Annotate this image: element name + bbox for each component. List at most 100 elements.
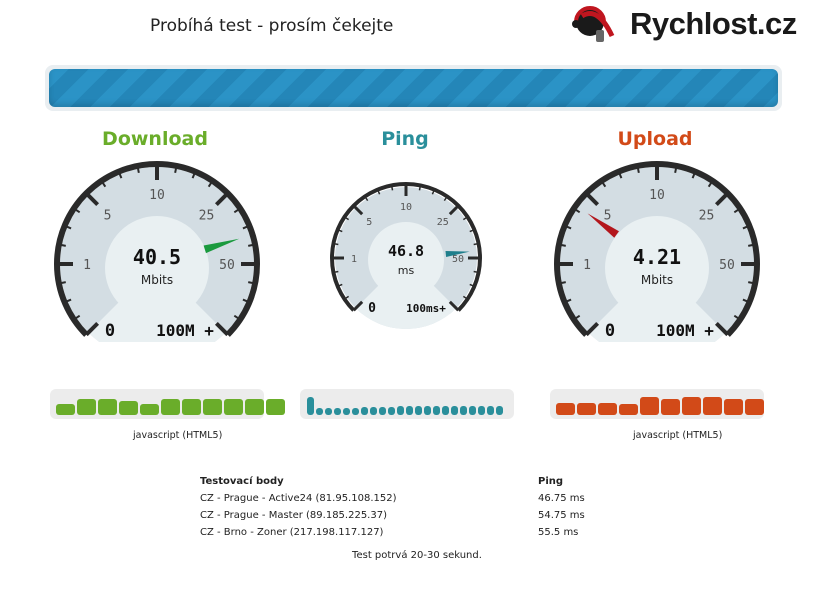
history-bar xyxy=(119,401,138,415)
gauge-tick-label: 50 xyxy=(452,254,464,265)
download-history xyxy=(50,389,285,419)
history-bar xyxy=(724,399,743,415)
history-bar xyxy=(577,403,596,415)
history-bar xyxy=(316,408,323,415)
gauge-tick-label: 25 xyxy=(437,217,449,228)
gauge-tick-label: 10 xyxy=(149,188,165,203)
upload-gauge: 1 5 10 25 50 4.21 Mbits 0 100M + xyxy=(554,161,760,342)
history-bar xyxy=(406,406,413,415)
server-name: CZ - Prague - Active24 (81.95.108.152) xyxy=(200,493,397,504)
gauge-min-label: 0 xyxy=(105,321,115,341)
server-name: CZ - Prague - Master (89.185.225.37) xyxy=(200,510,387,521)
server-ping: 55.5 ms xyxy=(538,527,579,538)
gauge-value: 40.5 xyxy=(133,245,181,269)
gauge-tick xyxy=(674,165,678,173)
gauge-tick xyxy=(748,243,756,247)
history-bar xyxy=(460,406,467,415)
logo-text: Rychlost.cz xyxy=(630,6,797,41)
gauge-tick xyxy=(333,242,339,246)
history-bar xyxy=(619,404,638,415)
servers-header-row: Testovací body Ping xyxy=(200,473,585,490)
progress-bar xyxy=(45,65,782,111)
history-bar xyxy=(598,403,617,415)
gauge-tick-label: 10 xyxy=(400,202,412,213)
table-row: CZ - Prague - Active24 (81.95.108.152) 4… xyxy=(200,490,585,507)
gauge-unit: Mbits xyxy=(641,273,673,287)
history-bar xyxy=(469,406,476,415)
history-bar xyxy=(397,406,404,415)
server-ping: 46.75 ms xyxy=(538,493,585,504)
history-bar xyxy=(424,406,431,415)
history-bar xyxy=(325,408,332,415)
history-bar xyxy=(496,406,503,415)
history-bar xyxy=(203,399,222,415)
history-bar xyxy=(379,407,386,415)
history-bar xyxy=(556,403,575,415)
history-bar xyxy=(77,399,96,415)
gauge-tick xyxy=(333,270,339,274)
gauge-unit: Mbits xyxy=(141,273,173,287)
gauge-tick-label: 50 xyxy=(219,258,235,273)
history-bar xyxy=(140,404,159,415)
history-bar xyxy=(370,407,377,415)
gauge-tick-label: 25 xyxy=(699,209,715,224)
status-text: Probíhá test - prosím čekejte xyxy=(150,16,394,36)
history-bar xyxy=(451,406,458,415)
history-bar xyxy=(343,408,350,415)
server-ping: 54.75 ms xyxy=(538,510,585,521)
gauge-tick xyxy=(136,165,140,173)
ping-gauge: 1 5 10 25 50 46.8 ms 0 100ms+ xyxy=(330,182,482,329)
gauge-tick xyxy=(558,281,566,285)
history-bar xyxy=(182,399,201,415)
gauge-tick xyxy=(473,242,479,246)
gauge-tick xyxy=(390,185,394,191)
servers-header-ping: Ping xyxy=(538,476,564,487)
gauge-tick xyxy=(174,165,178,173)
history-bar xyxy=(98,399,117,415)
download-title: Download xyxy=(102,128,208,150)
gauge-tick-label: 1 xyxy=(583,258,591,273)
history-bar xyxy=(361,407,368,415)
servers-table: Testovací body Ping CZ - Prague - Active… xyxy=(200,473,585,541)
history-bar xyxy=(334,408,341,415)
history-bar xyxy=(415,406,422,415)
history-bar xyxy=(245,399,264,415)
gauge-tick xyxy=(558,243,566,247)
gauge-tick xyxy=(58,243,66,247)
gauge-hub xyxy=(368,222,444,298)
history-bar xyxy=(433,406,440,415)
ping-title: Ping xyxy=(381,128,429,150)
gauge-tick xyxy=(248,243,256,247)
gauge-tick xyxy=(58,281,66,285)
gauge-max-label: 100ms+ xyxy=(406,302,446,315)
gauge-value: 4.21 xyxy=(633,245,681,269)
table-row: CZ - Prague - Master (89.185.225.37) 54.… xyxy=(200,507,585,524)
history-bar xyxy=(682,397,701,415)
history-bar xyxy=(745,399,764,415)
gauge-tick xyxy=(248,281,256,285)
gauge-tick-label: 5 xyxy=(366,217,372,228)
gauge-tick xyxy=(418,185,422,191)
upload-title: Upload xyxy=(617,128,693,150)
history-bar xyxy=(352,408,359,415)
gauge-max-label: 100M + xyxy=(656,321,714,340)
history-bar xyxy=(224,399,243,415)
history-bar xyxy=(478,406,485,415)
test-duration-note: Test potrvá 20-30 sekund. xyxy=(352,550,482,561)
history-bar xyxy=(442,406,449,415)
history-bar xyxy=(161,399,180,415)
gauge-tick-label: 5 xyxy=(604,209,612,224)
history-bar xyxy=(703,397,722,415)
gauge-tick-label: 1 xyxy=(351,254,357,265)
gauge-max-label: 100M + xyxy=(156,321,214,340)
gauge-tick-label: 5 xyxy=(104,209,112,224)
gauge-tick xyxy=(473,270,479,274)
table-row: CZ - Brno - Zoner (217.198.117.127) 55.5… xyxy=(200,524,585,541)
gauge-tick-label: 25 xyxy=(199,209,215,224)
gauge-tick-label: 1 xyxy=(83,258,91,273)
history-bar xyxy=(661,399,680,415)
upload-engine-label: javascript (HTML5) xyxy=(633,430,723,441)
gauge-value: 46.8 xyxy=(388,242,424,260)
history-bar xyxy=(266,399,285,415)
gauge-min-label: 0 xyxy=(605,321,615,341)
